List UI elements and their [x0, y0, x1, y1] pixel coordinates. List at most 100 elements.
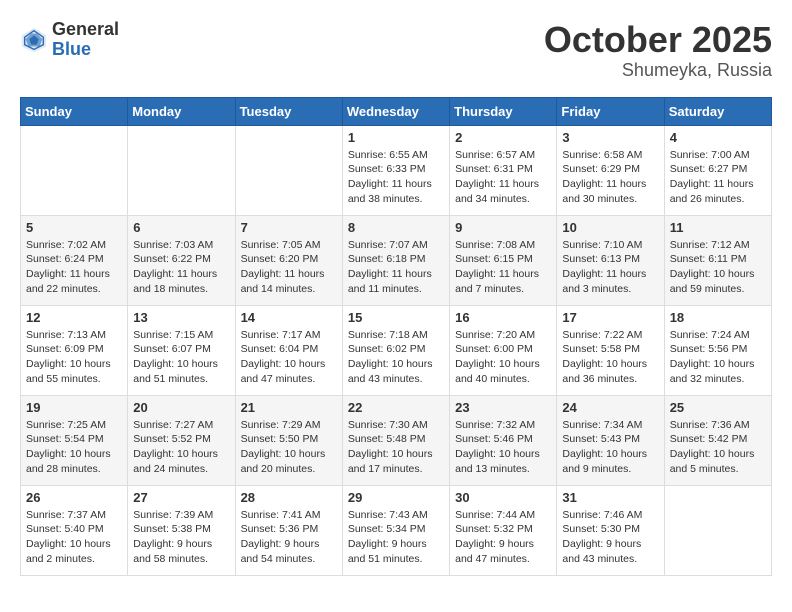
day-cell: 24 Sunrise: 7:34 AM Sunset: 5:43 PM Dayli…	[557, 395, 664, 485]
day-number: 7	[241, 220, 337, 235]
day-cell: 17 Sunrise: 7:22 AM Sunset: 5:58 PM Dayli…	[557, 305, 664, 395]
day-info: Sunrise: 7:25 AM Sunset: 5:54 PM Dayligh…	[26, 418, 122, 477]
day-number: 12	[26, 310, 122, 325]
day-info: Sunrise: 7:05 AM Sunset: 6:20 PM Dayligh…	[241, 238, 337, 297]
day-number: 18	[670, 310, 766, 325]
day-cell: 26 Sunrise: 7:37 AM Sunset: 5:40 PM Dayli…	[21, 485, 128, 575]
logo-icon	[20, 26, 48, 54]
logo: General Blue	[20, 20, 119, 60]
month-title: October 2025	[544, 20, 772, 60]
day-info: Sunrise: 7:36 AM Sunset: 5:42 PM Dayligh…	[670, 418, 766, 477]
week-row-1: 1 Sunrise: 6:55 AM Sunset: 6:33 PM Daylig…	[21, 125, 772, 215]
day-number: 16	[455, 310, 551, 325]
week-row-2: 5 Sunrise: 7:02 AM Sunset: 6:24 PM Daylig…	[21, 215, 772, 305]
day-info: Sunrise: 6:55 AM Sunset: 6:33 PM Dayligh…	[348, 148, 444, 207]
day-number: 17	[562, 310, 658, 325]
day-cell: 20Sunrise: 7:27 AM Sunset: 5:52 PM Dayli…	[128, 395, 235, 485]
day-cell: 10 Sunrise: 7:10 AM Sunset: 6:13 PM Dayli…	[557, 215, 664, 305]
day-cell: 22 Sunrise: 7:30 AM Sunset: 5:48 PM Dayli…	[342, 395, 449, 485]
day-number: 30	[455, 490, 551, 505]
day-info: Sunrise: 7:08 AM Sunset: 6:15 PM Dayligh…	[455, 238, 551, 297]
day-info: Sunrise: 7:17 AM Sunset: 6:04 PM Dayligh…	[241, 328, 337, 387]
day-number: 5	[26, 220, 122, 235]
day-number: 14	[241, 310, 337, 325]
day-cell	[664, 485, 771, 575]
day-cell	[235, 125, 342, 215]
day-cell: 6Sunrise: 7:03 AM Sunset: 6:22 PM Daylig…	[128, 215, 235, 305]
day-cell: 11 Sunrise: 7:12 AM Sunset: 6:11 PM Dayli…	[664, 215, 771, 305]
day-number: 24	[562, 400, 658, 415]
day-number: 2	[455, 130, 551, 145]
logo-general: General	[52, 20, 119, 40]
day-number: 13	[133, 310, 229, 325]
day-cell: 3 Sunrise: 6:58 AM Sunset: 6:29 PM Daylig…	[557, 125, 664, 215]
day-number: 9	[455, 220, 551, 235]
day-cell: 12Sunrise: 7:13 AM Sunset: 6:09 PM Dayli…	[21, 305, 128, 395]
day-info: Sunrise: 7:12 AM Sunset: 6:11 PM Dayligh…	[670, 238, 766, 297]
day-cell: 9 Sunrise: 7:08 AM Sunset: 6:15 PM Daylig…	[450, 215, 557, 305]
header-saturday: Saturday	[664, 97, 771, 125]
logo-text: General Blue	[52, 20, 119, 60]
day-info: Sunrise: 7:24 AM Sunset: 5:56 PM Dayligh…	[670, 328, 766, 387]
header-sunday: Sunday	[21, 97, 128, 125]
day-info: Sunrise: 7:46 AM Sunset: 5:30 PM Dayligh…	[562, 508, 658, 567]
day-info: Sunrise: 7:18 AM Sunset: 6:02 PM Dayligh…	[348, 328, 444, 387]
day-info: Sunrise: 7:29 AM Sunset: 5:50 PM Dayligh…	[241, 418, 337, 477]
day-number: 26	[26, 490, 122, 505]
day-info: Sunrise: 7:41 AM Sunset: 5:36 PM Dayligh…	[241, 508, 337, 567]
day-info: Sunrise: 7:34 AM Sunset: 5:43 PM Dayligh…	[562, 418, 658, 477]
day-info: Sunrise: 7:03 AM Sunset: 6:22 PM Dayligh…	[133, 238, 229, 297]
week-row-5: 26 Sunrise: 7:37 AM Sunset: 5:40 PM Dayli…	[21, 485, 772, 575]
day-cell: 27Sunrise: 7:39 AM Sunset: 5:38 PM Dayli…	[128, 485, 235, 575]
day-info: Sunrise: 6:58 AM Sunset: 6:29 PM Dayligh…	[562, 148, 658, 207]
day-info: Sunrise: 7:44 AM Sunset: 5:32 PM Dayligh…	[455, 508, 551, 567]
day-number: 20	[133, 400, 229, 415]
header-wednesday: Wednesday	[342, 97, 449, 125]
day-number: 23	[455, 400, 551, 415]
day-info: Sunrise: 7:22 AM Sunset: 5:58 PM Dayligh…	[562, 328, 658, 387]
day-cell: 29 Sunrise: 7:43 AM Sunset: 5:34 PM Dayli…	[342, 485, 449, 575]
day-info: Sunrise: 7:43 AM Sunset: 5:34 PM Dayligh…	[348, 508, 444, 567]
header-monday: Monday	[128, 97, 235, 125]
day-cell	[21, 125, 128, 215]
day-info: Sunrise: 7:00 AM Sunset: 6:27 PM Dayligh…	[670, 148, 766, 207]
location: Shumeyka, Russia	[544, 60, 772, 81]
day-number: 22	[348, 400, 444, 415]
day-info: Sunrise: 7:02 AM Sunset: 6:24 PM Dayligh…	[26, 238, 122, 297]
day-cell: 8 Sunrise: 7:07 AM Sunset: 6:18 PM Daylig…	[342, 215, 449, 305]
logo-blue: Blue	[52, 40, 119, 60]
day-cell	[128, 125, 235, 215]
day-number: 28	[241, 490, 337, 505]
day-number: 4	[670, 130, 766, 145]
day-number: 1	[348, 130, 444, 145]
title-block: October 2025 Shumeyka, Russia	[544, 20, 772, 81]
day-cell: 14 Sunrise: 7:17 AM Sunset: 6:04 PM Dayli…	[235, 305, 342, 395]
day-cell: 28 Sunrise: 7:41 AM Sunset: 5:36 PM Dayli…	[235, 485, 342, 575]
header-tuesday: Tuesday	[235, 97, 342, 125]
week-row-3: 12Sunrise: 7:13 AM Sunset: 6:09 PM Dayli…	[21, 305, 772, 395]
day-cell: 5 Sunrise: 7:02 AM Sunset: 6:24 PM Daylig…	[21, 215, 128, 305]
calendar-table: SundayMondayTuesdayWednesdayThursdayFrid…	[20, 97, 772, 576]
day-number: 19	[26, 400, 122, 415]
day-number: 10	[562, 220, 658, 235]
day-cell: 31Sunrise: 7:46 AM Sunset: 5:30 PM Dayli…	[557, 485, 664, 575]
day-info: Sunrise: 7:20 AM Sunset: 6:00 PM Dayligh…	[455, 328, 551, 387]
day-cell: 16 Sunrise: 7:20 AM Sunset: 6:00 PM Dayli…	[450, 305, 557, 395]
day-info: Sunrise: 7:10 AM Sunset: 6:13 PM Dayligh…	[562, 238, 658, 297]
day-number: 8	[348, 220, 444, 235]
day-cell: 1 Sunrise: 6:55 AM Sunset: 6:33 PM Daylig…	[342, 125, 449, 215]
day-cell: 30 Sunrise: 7:44 AM Sunset: 5:32 PM Dayli…	[450, 485, 557, 575]
day-number: 25	[670, 400, 766, 415]
day-info: Sunrise: 6:57 AM Sunset: 6:31 PM Dayligh…	[455, 148, 551, 207]
day-info: Sunrise: 7:39 AM Sunset: 5:38 PM Dayligh…	[133, 508, 229, 567]
day-info: Sunrise: 7:37 AM Sunset: 5:40 PM Dayligh…	[26, 508, 122, 567]
day-cell: 13Sunrise: 7:15 AM Sunset: 6:07 PM Dayli…	[128, 305, 235, 395]
day-number: 15	[348, 310, 444, 325]
day-number: 3	[562, 130, 658, 145]
day-info: Sunrise: 7:07 AM Sunset: 6:18 PM Dayligh…	[348, 238, 444, 297]
day-info: Sunrise: 7:30 AM Sunset: 5:48 PM Dayligh…	[348, 418, 444, 477]
day-number: 11	[670, 220, 766, 235]
day-info: Sunrise: 7:32 AM Sunset: 5:46 PM Dayligh…	[455, 418, 551, 477]
day-number: 29	[348, 490, 444, 505]
header-friday: Friday	[557, 97, 664, 125]
